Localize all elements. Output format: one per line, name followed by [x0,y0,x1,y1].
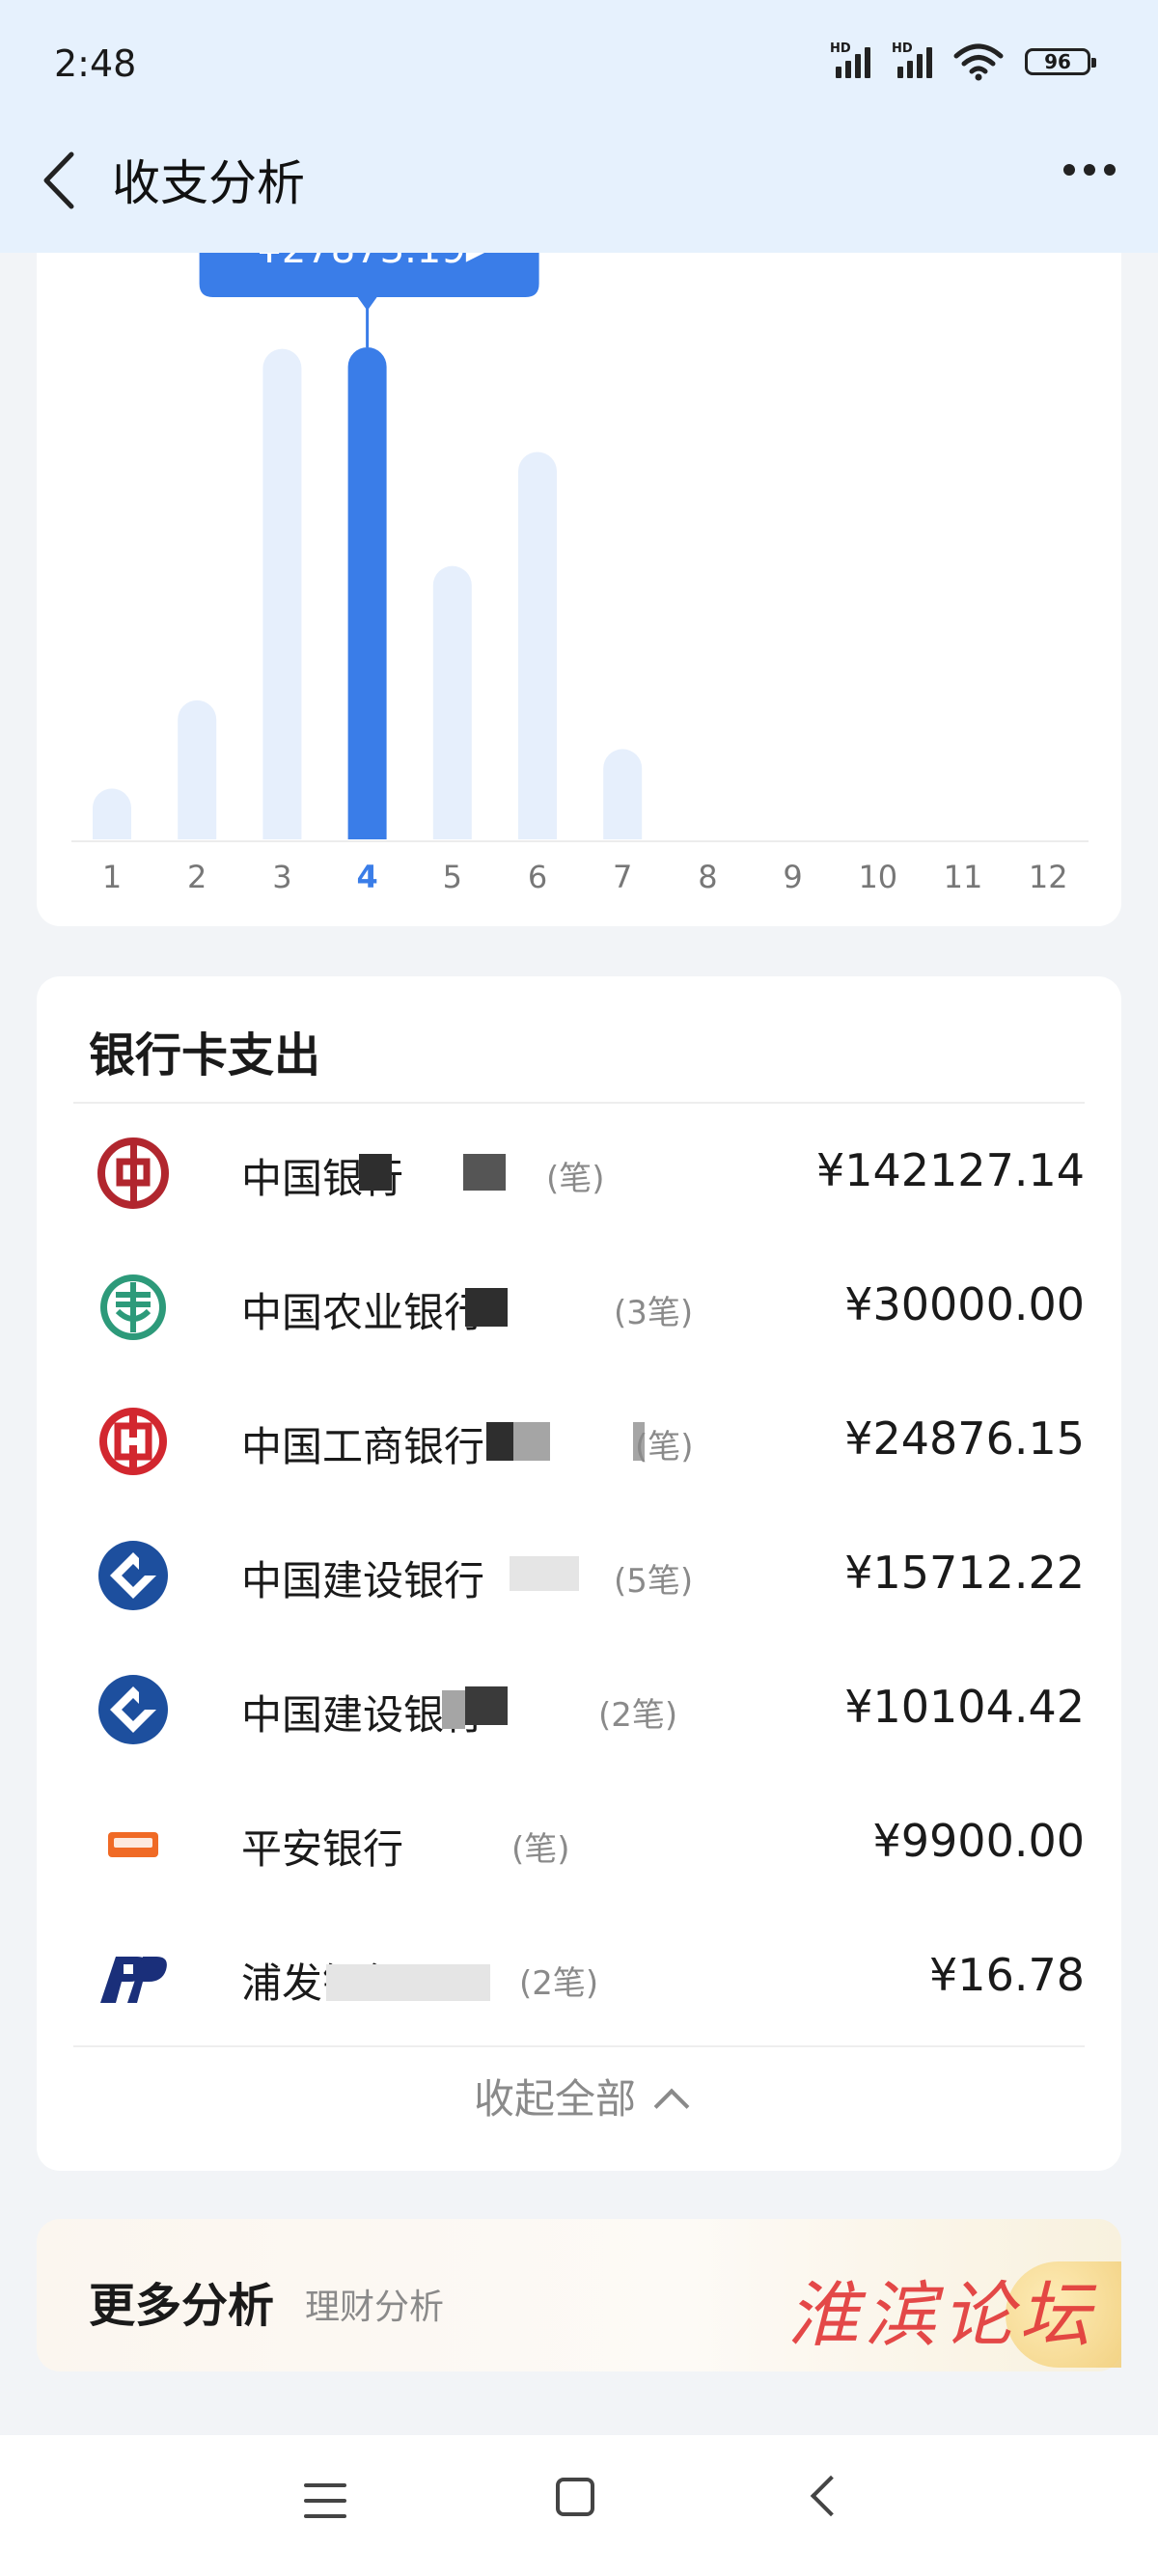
top-bar: 2:48 HD HD 96 收支分析 [0,0,1158,253]
bank-amount: ¥9900.00 [872,1815,1086,1867]
bar-month-4[interactable] [347,347,387,839]
back-icon[interactable] [810,2475,852,2517]
abc-icon [100,1274,166,1340]
x-tick-label[interactable]: 2 [187,859,207,895]
battery-icon: 96 [1025,48,1096,75]
monthly-chart-card: 123¥27873.19▸456789101112 [37,212,1121,926]
x-tick-label[interactable]: 3 [272,859,291,895]
redaction [486,1422,513,1461]
bank-name: 中国农业银行 [241,1289,485,1336]
x-tick-label[interactable]: 6 [528,859,547,895]
signal-icon: HD [830,41,870,78]
redaction [326,1964,490,2001]
redaction [513,1422,550,1461]
bank-row-abc[interactable]: 中国农业银行 (3笔) ¥30000.00 [73,1238,1085,1372]
redaction [465,1686,508,1725]
x-tick-label[interactable]: 7 [613,859,632,895]
bank-amount: ¥142127.14 [815,1144,1085,1196]
redaction [510,1556,579,1591]
menu-icon[interactable] [304,2483,346,2530]
bank-row-boc[interactable]: 中国银行 (笔) ¥142127.14 [73,1104,1085,1238]
page-title: 收支分析 [112,155,305,211]
bar-month-5[interactable] [432,565,472,839]
hd-label: HD [892,41,913,56]
boc-icon [97,1137,169,1209]
bar-month-1[interactable] [93,788,131,839]
home-icon[interactable] [556,2478,594,2516]
x-tick-label[interactable]: 8 [698,859,717,895]
bank-name: 中国建设银行 [241,1557,485,1604]
system-nav-bar [0,2435,1158,2576]
redaction [359,1154,392,1191]
spdb-icon [100,1957,167,2003]
pingan-icon [108,1832,158,1857]
x-tick-label[interactable]: 1 [102,859,122,895]
icbc-icon [99,1408,167,1475]
bank-name: 平安银行 [241,1825,404,1873]
x-tick-label[interactable]: 12 [1029,859,1068,895]
section-title: 银行卡支出 [89,1028,321,1082]
x-tick-label[interactable]: 9 [783,859,802,895]
transaction-count: (笔) [511,1830,570,1869]
transaction-count: (2笔) [519,1964,599,2003]
bank-row-icbc[interactable]: 中国工商银行 (笔) ¥24876.15 [73,1372,1085,1506]
bank-card-expense-card: 银行卡支出 中国银行 (笔) ¥142127.14 中国农业银行 (3笔) ¥3… [37,976,1121,2171]
bank-row-ccb[interactable]: 中国建设银行 (5笔) ¥15712.22 [73,1506,1085,1640]
bank-amount: ¥16.78 [929,1949,1085,2001]
x-tick-label[interactable]: 10 [858,859,897,895]
transaction-count: (2笔) [598,1696,678,1735]
ccb-icon [98,1541,168,1610]
collapse-all-button[interactable]: 收起全部 [37,2067,1121,2125]
transaction-count: (3笔) [614,1294,694,1332]
bank-amount: ¥15712.22 [844,1547,1085,1599]
x-tick-label[interactable]: 4 [356,859,377,895]
wifi-icon [953,43,1004,81]
status-icons: HD HD 96 [830,41,1096,81]
back-arrow-icon[interactable] [35,147,83,214]
bank-row-pingan[interactable]: 平安银行 (笔) ¥9900.00 [73,1774,1085,1908]
transaction-count: (笔) [546,1160,605,1198]
more-analysis-card[interactable]: 更多分析 理财分析 淮滨论坛 [37,2219,1121,2371]
bank-amount: ¥10104.42 [844,1681,1085,1733]
bank-amount: ¥30000.00 [844,1278,1085,1330]
redaction [463,1154,506,1191]
signal-icon: HD [892,41,932,78]
redaction [442,1690,465,1729]
watermark: 淮滨论坛 [787,2274,1096,2357]
divider [73,2045,1085,2047]
x-tick-label[interactable]: 11 [944,859,983,895]
bank-name: 中国工商银行 [241,1423,485,1470]
monthly-bar-chart[interactable]: 123¥27873.19▸456789101112 [37,212,1121,926]
bank-row-ccb-2[interactable]: 中国建设银行 (2笔) ¥10104.42 [73,1640,1085,1774]
bar-month-3[interactable] [262,348,302,839]
chevron-up-icon [653,2088,690,2124]
ccb-icon [98,1675,168,1744]
redaction [465,1288,508,1327]
bar-month-6[interactable] [518,452,557,839]
status-time: 2:48 [54,42,137,85]
bar-month-7[interactable] [603,749,643,839]
bar-month-2[interactable] [178,699,217,839]
more-analysis-title: 更多分析 [89,2279,275,2333]
hd-label: HD [830,41,851,56]
bank-row-spdb[interactable]: 浦发银行 (2笔) ¥16.78 [73,1908,1085,2042]
more-analysis-subtitle: 理财分析 [305,2288,445,2327]
more-options-icon[interactable] [1063,164,1116,176]
bank-amount: ¥24876.15 [844,1412,1085,1465]
collapse-label: 收起全部 [473,2075,636,2123]
transaction-count: (笔) [635,1428,694,1466]
x-tick-label[interactable]: 5 [443,859,462,895]
transaction-count: (5笔) [614,1562,694,1601]
